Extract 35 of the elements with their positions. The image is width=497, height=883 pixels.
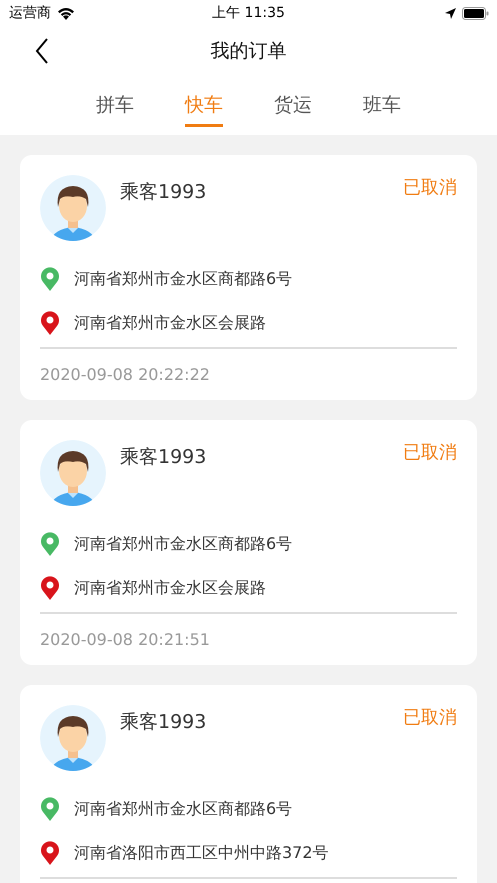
order-time: 2020-09-08 20:21:51 — [40, 630, 211, 649]
passenger-name: 乘客1993 — [120, 445, 208, 470]
order-status: 已取消 — [403, 176, 457, 199]
order-status: 已取消 — [403, 441, 457, 464]
end-address: 河南省郑州市金水区会展路 — [74, 578, 266, 598]
end-pin-icon — [40, 841, 60, 865]
end-address: 河南省郑州市金水区会展路 — [74, 312, 266, 334]
passenger-name: 乘客1993 — [120, 710, 208, 735]
order-card[interactable]: 乘客1993 已取消 河南省郑州市金水区商都路6号 河南省洛阳市西工区中州中路372号 — [20, 685, 477, 883]
start-pin-icon — [40, 532, 60, 556]
order-status: 已取消 — [403, 706, 457, 729]
end-pin-icon — [40, 311, 60, 335]
avatar-icon — [40, 175, 106, 241]
start-address: 河南省郑州市金水区商都路6号 — [74, 534, 292, 554]
page-title: 我的订单 — [210, 39, 286, 64]
start-pin-icon — [40, 267, 60, 291]
battery-icon — [462, 6, 489, 20]
avatar-icon — [40, 440, 106, 506]
start-address: 河南省郑州市金水区商都路6号 — [74, 798, 292, 820]
end-pin-icon — [40, 576, 60, 600]
carrier-name: 运营商 — [9, 4, 51, 22]
location-arrow-icon — [445, 8, 456, 18]
tab[interactable]: 班车 — [363, 84, 401, 127]
tab[interactable]: 货运 — [274, 84, 312, 127]
order-time: 2020-09-08 20:22:22 — [40, 365, 211, 384]
order-card[interactable]: 乘客1993 已取消 河南省郑州市金水区商都路6号 河南省郑州市金水区会展路 2020-09-08 20:21:51 — [20, 420, 477, 665]
tab[interactable]: 拼车 — [96, 84, 134, 127]
end-address: 河南省洛阳市西工区中州中路372号 — [74, 842, 329, 864]
passenger-name: 乘客1993 — [120, 180, 208, 205]
wifi-icon — [57, 6, 75, 20]
start-address: 河南省郑州市金水区商都路6号 — [74, 268, 292, 290]
avatar-icon — [40, 705, 106, 771]
start-pin-icon — [40, 797, 60, 821]
clock-time: 上午 11:35 — [212, 4, 285, 22]
order-card[interactable]: 乘客1993 已取消 河南省郑州市金水区商都路6号 河南省郑州市金水区会展路 2020-09-08 20:22:22 — [20, 155, 477, 400]
